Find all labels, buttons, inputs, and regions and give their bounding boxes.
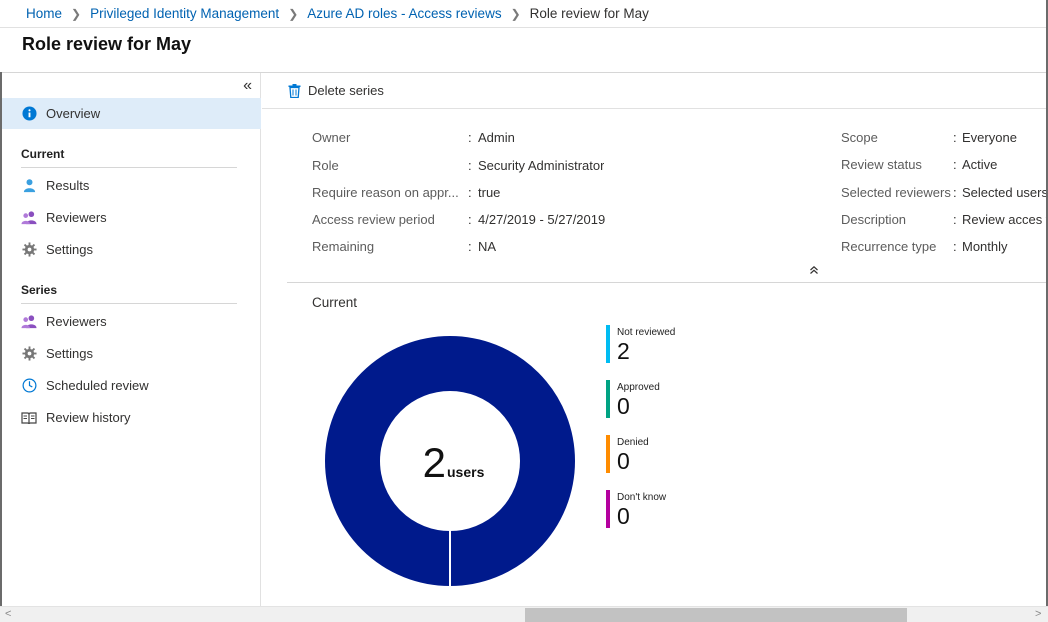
review-status-value: Active (962, 157, 998, 172)
essentials-divider (287, 282, 1046, 283)
scope-label: Scope (841, 130, 878, 145)
selected-reviewers-value: Selected users (962, 185, 1046, 200)
sidebar-item-review-history[interactable]: Review history (2, 402, 261, 433)
sidebar-item-settings[interactable]: Settings (2, 234, 261, 265)
require-reason-value: true (478, 185, 501, 200)
colon: : (468, 212, 472, 227)
horizontal-scrollbar[interactable]: < > (0, 606, 1048, 622)
colon: : (468, 185, 472, 200)
recurrence-type-label: Recurrence type (841, 239, 937, 254)
legend-label: Denied (617, 437, 649, 448)
clock-icon (21, 378, 37, 394)
role-value: Security Administrator (478, 158, 605, 173)
section-title-current: Current (21, 147, 65, 161)
gear-icon (21, 346, 37, 362)
legend-color-bar (606, 325, 610, 363)
delete-series-label: Delete series (308, 83, 384, 98)
owner-value: Admin (478, 130, 515, 145)
trash-icon (288, 83, 301, 98)
legend-color-bar (606, 380, 610, 418)
sidebar-item-label: Scheduled review (46, 378, 149, 393)
breadcrumb-current: Role review for May (529, 6, 649, 21)
sidebar-item-label: Settings (46, 346, 93, 361)
sidebar-item-label: Overview (46, 106, 101, 121)
colon: : (953, 185, 957, 200)
colon: : (953, 157, 957, 172)
require-reason-label: Require reason on appr... (312, 185, 459, 200)
users-icon (21, 210, 37, 226)
remaining-value: NA (478, 239, 497, 254)
colon: : (953, 130, 957, 145)
review-period-label: Access review period (312, 212, 435, 227)
colon: : (468, 158, 472, 173)
legend-value: 0 (617, 448, 630, 474)
legend-label: Not reviewed (617, 327, 676, 338)
scope-value: Everyone (962, 130, 1017, 145)
sidebar-item-overview[interactable]: Overview (2, 98, 261, 129)
role-label: Role (312, 158, 339, 173)
section-divider (21, 303, 237, 304)
colon: : (468, 239, 472, 254)
sidebar-item-reviewers[interactable]: Reviewers (2, 202, 261, 233)
sidebar-item-label: Results (46, 178, 90, 193)
sidebar-item-series-reviewers[interactable]: Reviewers (2, 306, 261, 337)
scrollbar-thumb[interactable] (525, 608, 907, 622)
sidebar-item-label: Reviewers (46, 314, 107, 329)
scroll-left-icon[interactable]: < (5, 608, 11, 620)
delete-series-button[interactable]: Delete series (288, 83, 384, 98)
sidebar-item-scheduled-review[interactable]: Scheduled review (2, 370, 261, 401)
breadcrumb-access-reviews-link[interactable]: Azure AD roles - Access reviews (307, 6, 501, 21)
collapse-essentials-icon[interactable] (809, 263, 819, 278)
legend-color-bar (606, 490, 610, 528)
book-icon (21, 410, 37, 426)
command-bar: Delete series (262, 73, 1046, 109)
sidebar-item-results[interactable]: Results (2, 170, 261, 201)
users-icon (21, 314, 37, 330)
remaining-label: Remaining (312, 239, 375, 254)
review-status-label: Review status (841, 157, 922, 172)
description-label: Description (841, 212, 907, 227)
info-icon (21, 106, 37, 122)
selected-reviewers-label: Selected reviewers (841, 185, 951, 200)
page-title: Role review for May (22, 34, 192, 54)
breadcrumb-pim-link[interactable]: Privileged Identity Management (90, 6, 279, 21)
review-period-value: 4/27/2019 - 5/27/2019 (478, 212, 606, 227)
sidebar: « Overview Current Results Reviewers Set… (2, 73, 261, 606)
chevron-right-icon: ❯ (288, 6, 299, 21)
recurrence-type-value: Monthly (962, 239, 1008, 254)
section-divider (21, 167, 237, 168)
legend-value: 0 (617, 503, 630, 529)
sidebar-item-series-settings[interactable]: Settings (2, 338, 261, 369)
description-value: Review acces fo (962, 212, 1046, 227)
breadcrumb-home-link[interactable]: Home (26, 6, 62, 21)
legend-label: Don't know (617, 492, 667, 503)
legend-value: 0 (617, 393, 630, 419)
chevron-right-icon: ❯ (71, 6, 82, 21)
chart-total-value: 2 (423, 439, 446, 486)
user-icon (21, 178, 37, 194)
legend-value: 2 (617, 338, 630, 364)
breadcrumb: Home ❯ Privileged Identity Management ❯ … (0, 0, 1048, 28)
sidebar-item-label: Reviewers (46, 210, 107, 225)
section-title-series: Series (21, 283, 58, 297)
colon: : (953, 212, 957, 227)
donut-chart: 2 users (325, 336, 575, 587)
chart-section-title: Current (312, 295, 358, 310)
collapse-sidebar-icon[interactable]: « (243, 77, 252, 95)
chevron-right-icon: ❯ (510, 6, 521, 21)
legend-label: Approved (617, 382, 660, 393)
owner-label: Owner (312, 130, 351, 145)
sidebar-item-label: Settings (46, 242, 93, 257)
legend-color-bar (606, 435, 610, 473)
colon: : (468, 130, 472, 145)
sidebar-item-label: Review history (46, 410, 131, 425)
scroll-right-icon[interactable]: > (1035, 608, 1041, 620)
gear-icon (21, 242, 37, 258)
colon: : (953, 239, 957, 254)
chart-total-unit: users (447, 464, 485, 480)
donut-ring (325, 336, 575, 586)
